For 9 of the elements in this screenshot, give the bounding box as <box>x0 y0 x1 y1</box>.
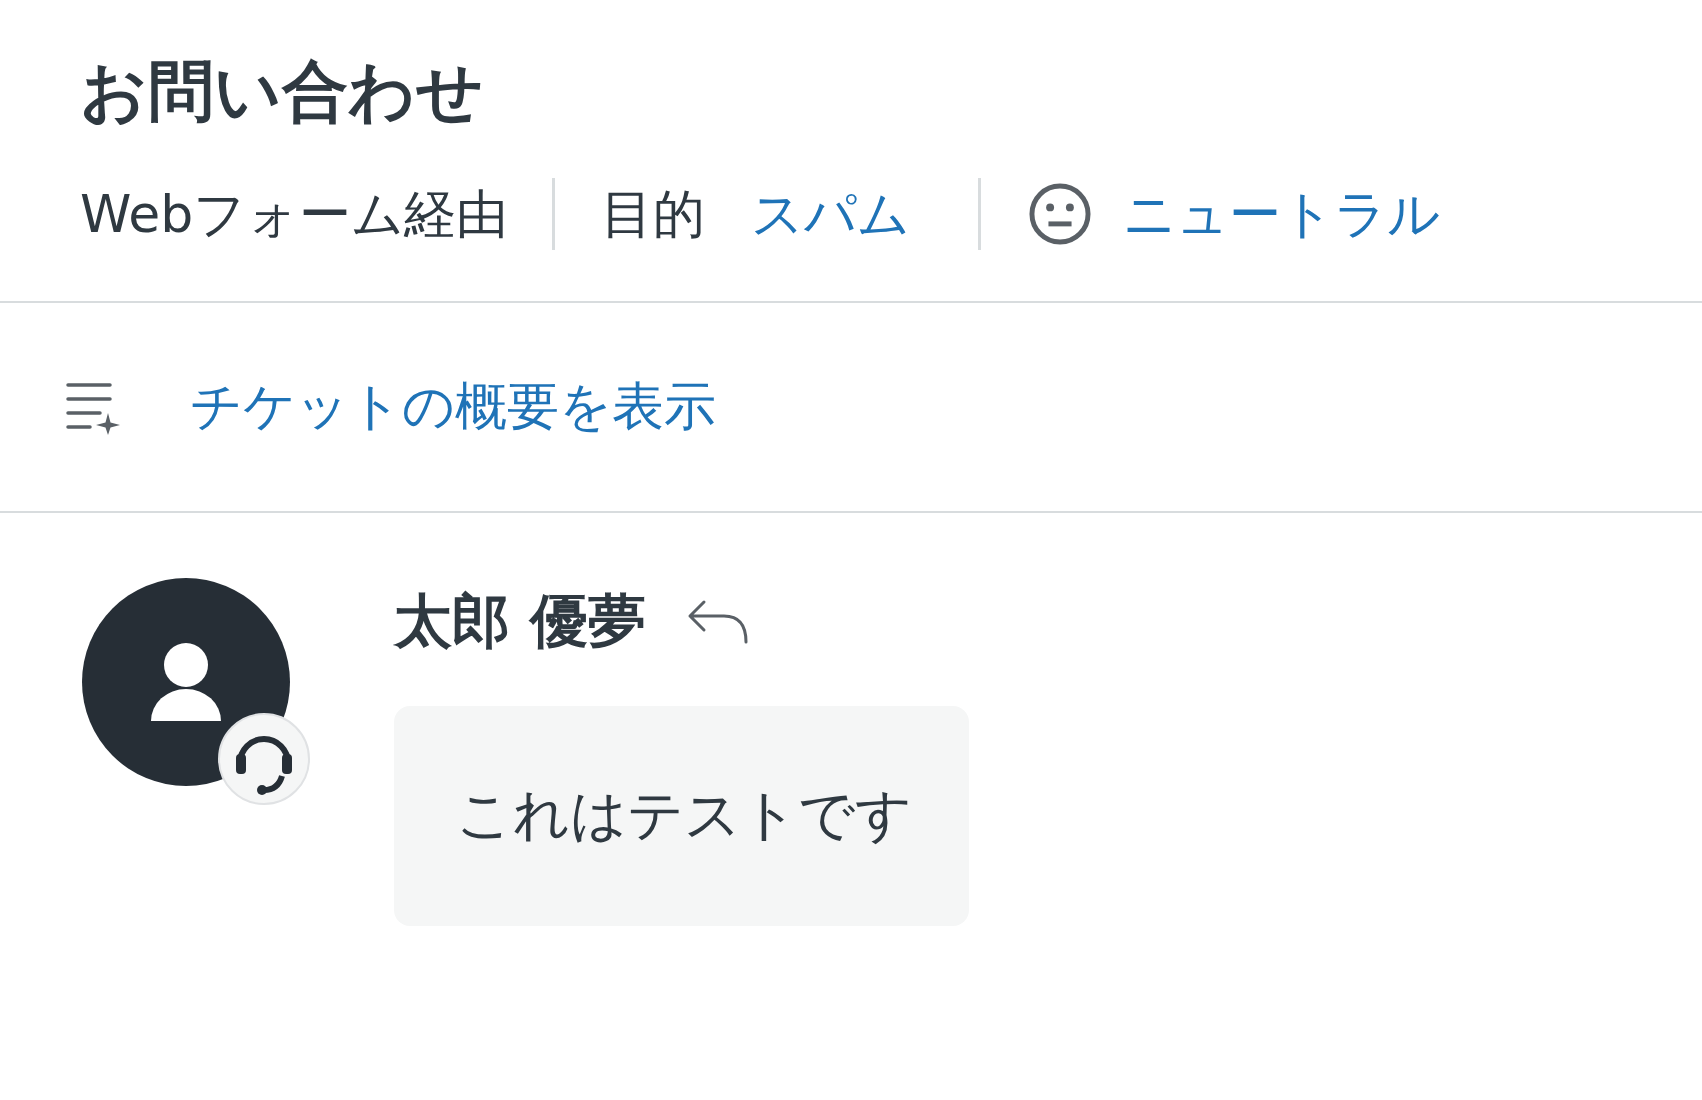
summary-link[interactable]: チケットの概要を表示 <box>190 372 716 442</box>
ticket-title: お問い合わせ <box>80 52 485 132</box>
avatar-icon <box>82 578 312 808</box>
purpose-label: 目的 <box>601 183 706 246</box>
message-text: これはテストです <box>456 781 912 849</box>
sentiment-link[interactable]: ニュートラル <box>1123 179 1441 249</box>
channel-label: Webフォーム経由 <box>80 183 509 246</box>
author-name: 太郎 優夢 <box>394 586 647 657</box>
purpose-link[interactable]: スパム <box>751 179 911 249</box>
